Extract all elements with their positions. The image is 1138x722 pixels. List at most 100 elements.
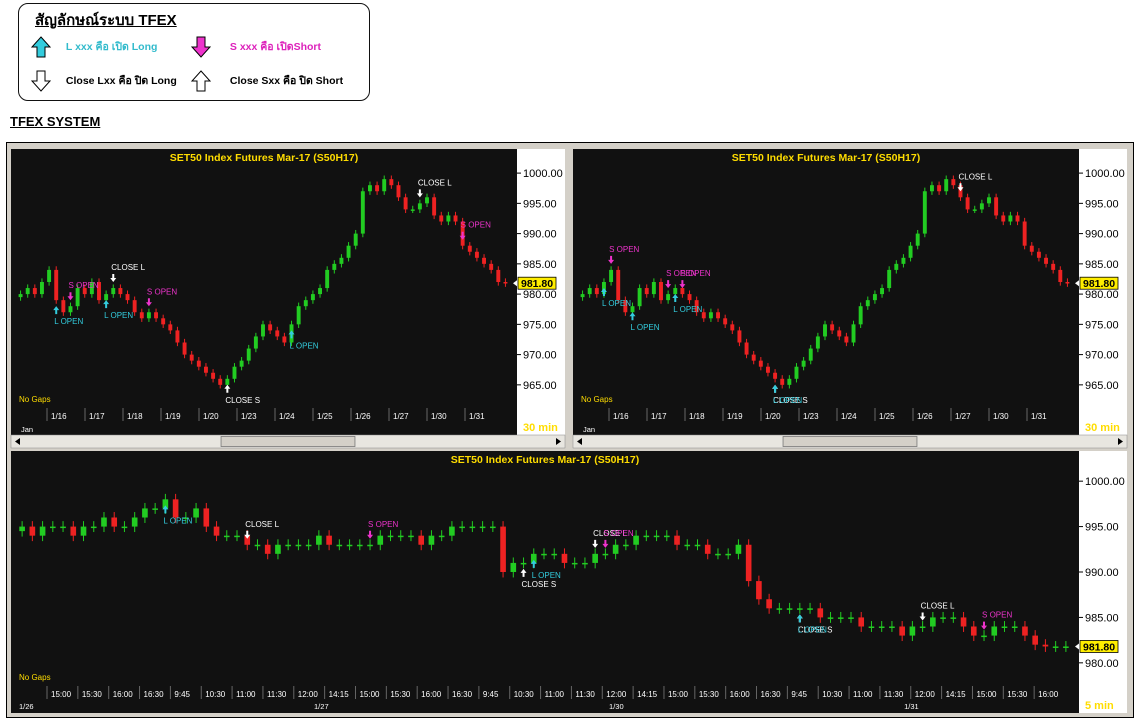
chart-30min-right: 1000.00 995.00 990.00 985.00 980.00 975.00 970… (571, 147, 1129, 449)
x-tick-label: 1/25 (317, 412, 333, 421)
candle-body (275, 330, 280, 337)
candle-body (901, 257, 906, 264)
candle-body (571, 562, 578, 565)
candle-body (915, 233, 920, 246)
scroll-thumb[interactable] (220, 436, 356, 447)
candle-body (837, 617, 844, 619)
interval-label: 30 min (523, 422, 558, 434)
candle-body (582, 562, 588, 565)
candle-body (496, 269, 501, 282)
interval-label: 5 min (1085, 700, 1114, 712)
candle-body (701, 312, 706, 319)
x-tick-label: 1/25 (879, 412, 895, 421)
legend-item-close-long: Close Lxx คือ ปิด Long (30, 70, 177, 92)
signal-label: S OPEN (680, 269, 710, 278)
candle-body (644, 288, 649, 295)
candle-body (203, 366, 208, 373)
candle-body (651, 282, 656, 295)
x-tick-label: 16:30 (761, 690, 782, 699)
candle-body (592, 553, 598, 563)
candle-body (111, 517, 118, 527)
candle-body (680, 288, 685, 295)
candle-body (467, 245, 472, 252)
date-label: 1/30 (609, 702, 624, 711)
candle-body (694, 544, 701, 547)
candle-body (203, 508, 210, 527)
candle-body (1051, 263, 1056, 270)
candle-body (541, 553, 547, 556)
candle-body (428, 535, 435, 545)
candle-body (1032, 635, 1038, 645)
candle-body (837, 330, 842, 337)
signal-label: S OPEN (603, 529, 633, 538)
signal-label: CLOSE S (522, 580, 557, 589)
candle-body (367, 185, 372, 192)
candle-body (1011, 626, 1018, 628)
candle-body (786, 608, 793, 610)
x-tick-label: 1/31 (469, 412, 485, 421)
candle-body (387, 535, 394, 538)
x-tick-label: 16:30 (452, 690, 473, 699)
candle-body (994, 197, 999, 216)
candle-body (50, 526, 56, 529)
candle-body (823, 324, 827, 337)
candle-body (367, 544, 373, 547)
x-tick-label: 11:00 (545, 690, 565, 699)
candle-body (161, 318, 166, 325)
legend-item-label: S xxx คือ เปิดShort (229, 40, 322, 53)
candle-body (282, 336, 287, 343)
last-price-label: 981.80 (521, 278, 553, 290)
candle-body (410, 209, 415, 211)
x-tick-label: 1/24 (279, 412, 295, 421)
candle-body (232, 366, 237, 379)
candle-body (261, 324, 265, 337)
scroll-thumb[interactable] (782, 436, 918, 447)
candle-body (39, 526, 46, 536)
candle-body (268, 324, 273, 331)
candle-body (32, 288, 37, 295)
candle-body (878, 626, 885, 628)
x-tick-label: 9:45 (483, 690, 499, 699)
candle-body (175, 330, 180, 343)
candle-body (858, 306, 863, 325)
candle-body (234, 535, 240, 538)
candle-body (868, 626, 875, 628)
candle-body (25, 288, 30, 295)
candle-body (908, 245, 913, 258)
candle-body (981, 635, 987, 638)
candle-body (663, 535, 670, 538)
x-tick-label: 1/27 (955, 412, 971, 421)
candle-body (474, 251, 479, 258)
candle-body (90, 526, 97, 529)
candle-body (239, 360, 244, 367)
x-tick-label: 10:30 (205, 690, 226, 699)
candle-body (346, 544, 353, 547)
candle-body (510, 562, 517, 572)
y-tick-label: 975.00 (523, 319, 557, 331)
y-tick-label: 1000.00 (1085, 476, 1125, 488)
candle-body (765, 366, 770, 373)
candle-body (403, 197, 408, 210)
y-tick-label: 980.00 (523, 289, 557, 301)
candle-body (325, 269, 330, 289)
candle-body (929, 185, 934, 192)
signal-label: L OPEN (798, 625, 827, 634)
candle-body (1008, 215, 1013, 222)
y-tick-label: 990.00 (523, 229, 557, 241)
signal-label: L OPEN (290, 341, 319, 350)
candle-body (305, 544, 312, 547)
arrow-down-outline-icon (30, 70, 52, 92)
y-tick-label: 965.00 (523, 380, 557, 392)
candle-body (389, 179, 394, 186)
candle-body (1022, 626, 1028, 636)
y-tick-label: 995.00 (523, 198, 557, 210)
candle-body (737, 330, 742, 343)
candle-body (865, 300, 870, 307)
x-tick-label: 1/24 (841, 412, 857, 421)
candle-body (438, 535, 445, 538)
candle-body (960, 617, 967, 627)
candle-body (787, 378, 792, 385)
candle-body (643, 535, 650, 538)
candle-body (844, 336, 849, 343)
candle-body (60, 526, 66, 529)
